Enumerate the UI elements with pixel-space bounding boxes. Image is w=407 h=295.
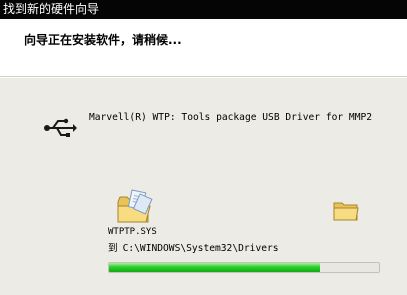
destination-path: C:\WINDOWS\System32\Drivers: [122, 243, 279, 254]
source-folder-icon: [114, 188, 160, 226]
destination-label: 到: [108, 243, 118, 254]
progress-bar-fill: [109, 263, 320, 272]
progress-bar: [108, 262, 380, 273]
window-title: 找到新的硬件向导: [3, 2, 100, 16]
usb-icon: [43, 117, 77, 139]
wizard-header: 向导正在安装软件，请稍候...: [0, 19, 407, 76]
destination-folder-icon: [333, 199, 359, 221]
device-name: Marvell(R) WTP: Tools package USB Driver…: [89, 112, 373, 123]
wizard-status-text: 向导正在安装软件，请稍候...: [24, 33, 182, 47]
destination-path-line: 到 C:\WINDOWS\System32\Drivers: [108, 240, 279, 254]
window-title-bar[interactable]: 找到新的硬件向导: [0, 0, 407, 19]
copying-file-name: WTPTP.SYS: [108, 227, 157, 237]
